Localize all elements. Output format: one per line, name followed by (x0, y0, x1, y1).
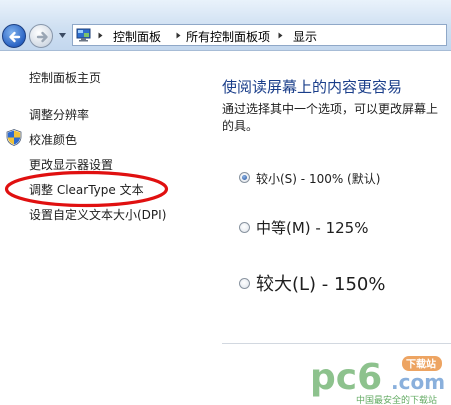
back-button[interactable] (2, 24, 26, 48)
divider (222, 343, 451, 344)
pc6-watermark-logo: pc6 .com 下载站 中国最安全的下载站 (310, 356, 445, 405)
radio-smaller[interactable] (239, 172, 250, 183)
radio-larger[interactable] (239, 278, 250, 289)
breadcrumb[interactable]: 控制面板 所有控制面板项 显示 (72, 24, 447, 46)
option-smaller-label: 较小(S) - 100% (默认) (256, 172, 381, 186)
option-medium-label: 中等(M) - 125% (256, 219, 369, 237)
recent-pages-dropdown[interactable] (58, 31, 67, 40)
chevron-right-icon[interactable] (176, 32, 181, 39)
chevron-right-icon[interactable] (278, 32, 283, 39)
watermark-domain: .com (391, 370, 445, 394)
sidebar-item-control-panel-home[interactable]: 控制面板主页 (29, 69, 101, 86)
page-description: 通过选择其中一个选项，可以更改屏幕上的具。 (222, 102, 439, 133)
arrow-right-icon (36, 31, 48, 43)
shield-icon (6, 129, 22, 146)
radio-medium[interactable] (239, 222, 250, 233)
sidebar-item-adjust-resolution[interactable]: 调整分辨率 (29, 106, 89, 123)
breadcrumb-item-all-items[interactable]: 所有控制面板项 (186, 28, 270, 45)
control-panel-icon (76, 28, 91, 42)
breadcrumb-item-display[interactable]: 显示 (293, 28, 317, 45)
watermark-badge: 下载站 (406, 358, 436, 371)
breadcrumb-item-control-panel[interactable]: 控制面板 (113, 28, 161, 45)
task-pane (0, 51, 198, 405)
arrow-left-icon (9, 31, 21, 43)
sidebar-item-calibrate-color[interactable]: 校准颜色 (29, 131, 77, 148)
watermark-tagline: 中国最安全的下载站 (356, 394, 437, 405)
watermark-brand: pc6 (310, 357, 382, 398)
page-title: 使阅读屏幕上的内容更容易 (222, 78, 403, 96)
chevron-right-icon[interactable] (98, 32, 103, 39)
option-larger-label: 较大(L) - 150% (256, 274, 386, 295)
sidebar-item-custom-dpi[interactable]: 设置自定义文本大小(DPI) (29, 206, 166, 223)
forward-button[interactable] (29, 24, 53, 48)
highlight-ring (4, 170, 169, 208)
address-bar: 控制面板 所有控制面板项 显示 (0, 0, 451, 51)
